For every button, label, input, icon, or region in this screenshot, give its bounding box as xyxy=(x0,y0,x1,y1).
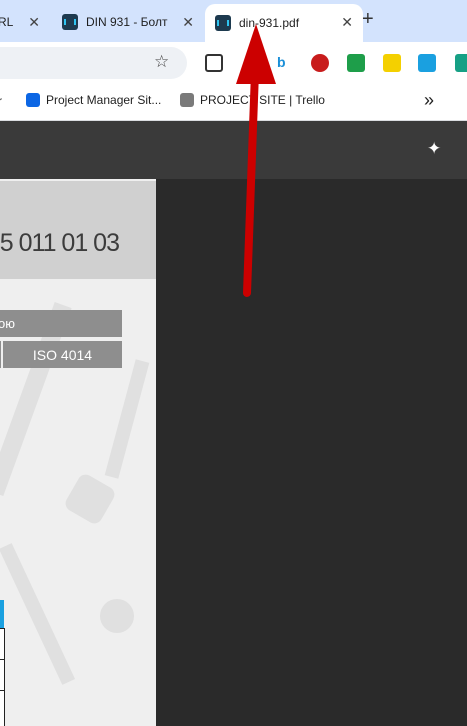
annotation-arrow xyxy=(236,24,276,297)
annotation-arrow-head xyxy=(236,24,276,84)
annotation-arrow-shaft xyxy=(243,68,259,297)
